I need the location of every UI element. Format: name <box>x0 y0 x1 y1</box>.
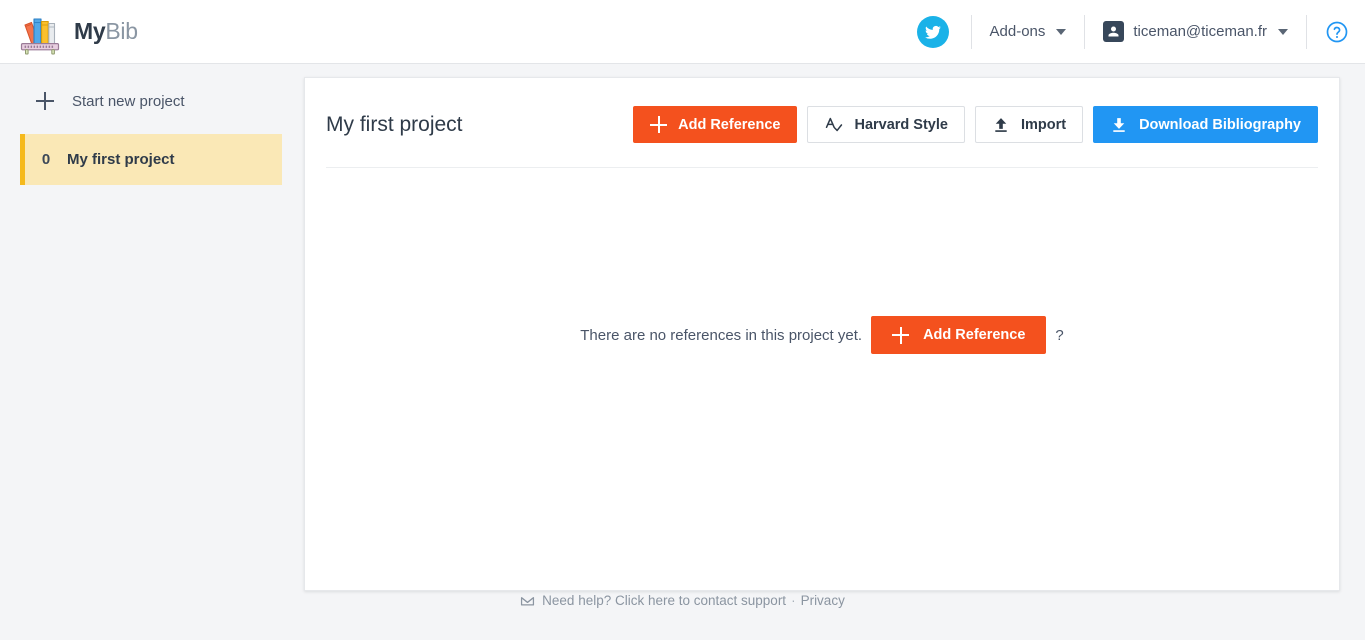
privacy-link[interactable]: Privacy <box>801 593 845 608</box>
contact-support-link[interactable]: Need help? Click here to contact support <box>542 593 786 608</box>
upload-icon <box>992 116 1010 134</box>
addons-label: Add-ons <box>989 23 1046 40</box>
chevron-down-icon <box>1278 28 1288 35</box>
project-panel: My first project Add Reference Harvard S… <box>304 77 1340 591</box>
help-circle-icon[interactable] <box>1325 20 1349 44</box>
project-reference-count: 0 <box>41 151 51 168</box>
header-divider-2 <box>1084 14 1086 49</box>
empty-state: There are no references in this project … <box>305 316 1339 354</box>
twitter-icon[interactable] <box>916 15 949 48</box>
plus-icon <box>36 92 54 110</box>
brand-name-light: Bib <box>105 18 138 44</box>
footer-separator: · <box>791 592 796 608</box>
sidebar: Start new project 0 My first project <box>0 64 304 185</box>
account-menu[interactable]: ticeman@ticeman.fr <box>1103 21 1288 42</box>
citation-style-label: Harvard Style <box>854 116 948 133</box>
download-bibliography-label: Download Bibliography <box>1139 116 1301 133</box>
main-content: My first project Add Reference Harvard S… <box>304 64 1365 591</box>
brand-logo[interactable]: MyBib <box>18 9 138 55</box>
empty-state-message: There are no references in this project … <box>580 326 863 344</box>
project-panel-header: My first project Add Reference Harvard S… <box>326 78 1318 168</box>
plus-icon <box>650 116 668 133</box>
brand-name: MyBib <box>74 18 138 45</box>
sidebar-item-my-first-project[interactable]: 0 My first project <box>20 134 282 185</box>
app-header: MyBib Add-ons ticeman@ticeman.fr <box>0 0 1365 64</box>
import-button[interactable]: Import <box>974 106 1084 143</box>
addons-menu[interactable]: Add-ons <box>990 23 1067 40</box>
add-reference-label: Add Reference <box>678 116 781 133</box>
start-new-project-button[interactable]: Start new project <box>0 82 304 120</box>
account-email: ticeman@ticeman.fr <box>1133 23 1267 40</box>
empty-state-add-reference-label: Add Reference <box>923 327 1026 343</box>
page-title: My first project <box>326 112 463 136</box>
spellcheck-icon <box>824 115 843 134</box>
header-actions: Add-ons ticeman@ticeman.fr <box>916 0 1349 63</box>
add-reference-button[interactable]: Add Reference <box>633 106 798 143</box>
header-divider-1 <box>970 14 972 49</box>
bookshelf-logo-icon <box>18 9 62 55</box>
project-name-label: My first project <box>67 151 175 168</box>
project-toolbar: Add Reference Harvard Style Import Downl… <box>633 106 1318 143</box>
brand-name-bold: My <box>74 18 106 44</box>
download-bibliography-button[interactable]: Download Bibliography <box>1093 106 1318 143</box>
download-icon <box>1110 116 1128 134</box>
import-label: Import <box>1020 116 1067 133</box>
header-divider-3 <box>1306 14 1307 49</box>
plus-icon <box>892 326 910 344</box>
account-avatar-icon <box>1103 21 1125 42</box>
empty-state-trailing-text: ? <box>1055 326 1064 344</box>
empty-state-add-reference-button[interactable]: Add Reference <box>871 316 1047 354</box>
citation-style-button[interactable]: Harvard Style <box>807 106 965 143</box>
start-new-project-label: Start new project <box>72 92 185 110</box>
page-layout: Start new project 0 My first project My … <box>0 64 1365 591</box>
chevron-down-icon <box>1056 28 1067 35</box>
envelope-icon <box>520 593 537 608</box>
